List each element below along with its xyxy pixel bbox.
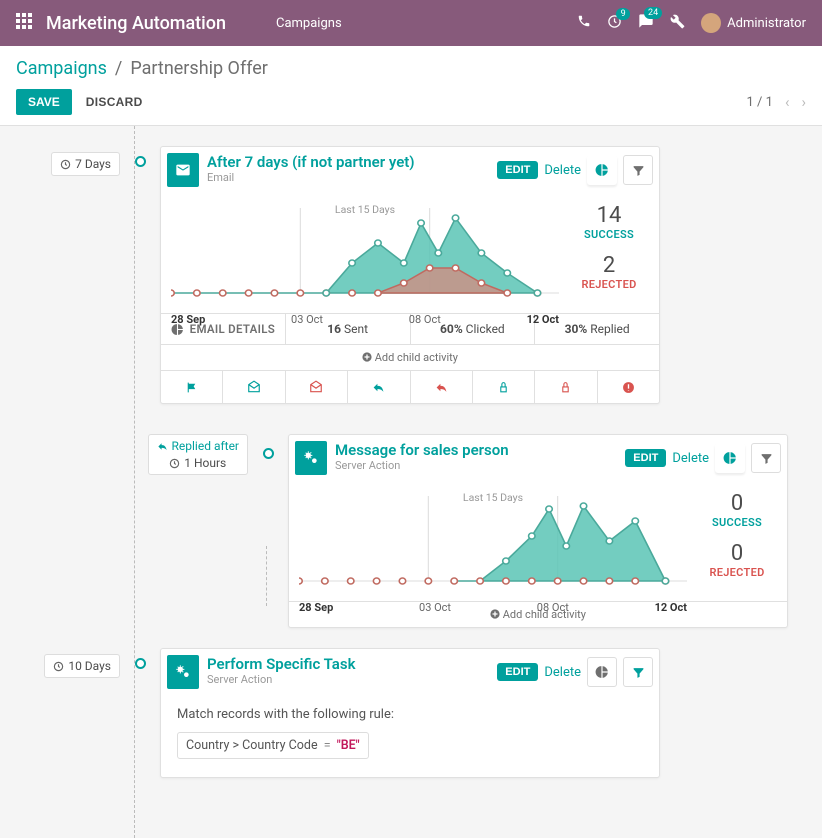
- edit-button-2[interactable]: EDIT: [625, 449, 666, 467]
- activity-card-3: Perform Specific Task Server Action EDIT…: [160, 648, 660, 778]
- activities-timeline: 7 Days After 7 days (if not partner yet)…: [0, 126, 822, 838]
- trig-flag-icon[interactable]: [161, 371, 223, 403]
- success-num-1: 14: [569, 203, 649, 228]
- activity-card-2: Message for sales person Server Action E…: [288, 434, 788, 628]
- filter-intro: Match records with the following rule:: [177, 707, 643, 722]
- gears-icon-3: [167, 655, 199, 689]
- tools-icon[interactable]: [670, 14, 685, 33]
- badge-notif-2: 24: [644, 7, 662, 19]
- avatar: [701, 13, 721, 33]
- node-dot-3: [135, 658, 146, 669]
- chart-label-2: Last 15 Days: [463, 491, 523, 504]
- edit-button-3[interactable]: EDIT: [497, 663, 538, 681]
- breadcrumb-sep: /: [115, 58, 122, 79]
- control-panel: Campaigns / Partnership Offer SAVE DISCA…: [0, 46, 822, 126]
- breadcrumb-root[interactable]: Campaigns: [16, 58, 107, 79]
- axis-mid1-1: 03 Oct: [291, 313, 323, 326]
- node-dot-2: [263, 448, 274, 459]
- trig-mail-open-icon[interactable]: [223, 371, 285, 403]
- axis-mid2-1: 08 Oct: [409, 313, 441, 326]
- pager-prev[interactable]: ‹: [785, 93, 790, 111]
- pager-count: 1 / 1: [747, 95, 773, 110]
- axis-start-1: 28 Sep: [171, 313, 205, 326]
- discard-button[interactable]: DISCARD: [86, 95, 143, 109]
- breadcrumb: Campaigns / Partnership Offer: [16, 58, 806, 79]
- axis-end-1: 12 Oct: [527, 313, 559, 326]
- rejected-num-2: 0: [697, 541, 777, 566]
- user-name: Administrator: [727, 16, 806, 31]
- activity-type-2: Server Action: [335, 459, 625, 472]
- pager: 1 / 1 ‹ ›: [747, 93, 806, 111]
- delay-text-3: 10 Days: [68, 659, 111, 673]
- node-dot-1: [135, 156, 146, 167]
- phone-icon[interactable]: [577, 14, 591, 32]
- chart-view-icon-1[interactable]: [587, 155, 617, 185]
- filter-view-icon-2[interactable]: [751, 443, 781, 473]
- trig-noreply-icon[interactable]: [411, 371, 473, 403]
- trig-bounce-icon[interactable]: [598, 371, 659, 403]
- rejected-lbl-2: REJECTED: [697, 566, 777, 579]
- rejected-lbl-1: REJECTED: [569, 278, 649, 291]
- trig-mail-closed-icon[interactable]: [286, 371, 348, 403]
- pager-next[interactable]: ›: [801, 93, 806, 111]
- rejected-num-1: 2: [569, 253, 649, 278]
- delay-pill-1: 7 Days: [51, 152, 120, 176]
- clock-icon[interactable]: 9: [607, 14, 622, 33]
- nav-campaigns[interactable]: Campaigns: [276, 16, 342, 31]
- activity-title-2[interactable]: Message for sales person: [335, 441, 625, 459]
- trig-noclick-icon[interactable]: [535, 371, 597, 403]
- activity-type-3: Server Action: [207, 673, 497, 686]
- activity-title-3[interactable]: Perform Specific Task: [207, 655, 497, 673]
- delete-button-3[interactable]: Delete: [544, 665, 581, 680]
- success-num-2: 0: [697, 491, 777, 516]
- trigger-row: [161, 370, 659, 403]
- breadcrumb-current: Partnership Offer: [130, 58, 268, 79]
- filter-view-icon-1[interactable]: [623, 155, 653, 185]
- user-menu[interactable]: Administrator: [701, 13, 806, 33]
- success-lbl-2: SUCCESS: [697, 516, 777, 529]
- filter-rule[interactable]: Country > Country Code = "BE": [177, 732, 369, 759]
- activity-title-1[interactable]: After 7 days (if not partner yet): [207, 153, 497, 171]
- axis-start-2: 28 Sep: [299, 601, 333, 614]
- trig-click-icon[interactable]: [473, 371, 535, 403]
- delete-button-2[interactable]: Delete: [672, 451, 709, 466]
- delay-sub-bot: 1 Hours: [184, 456, 226, 470]
- gears-icon: [295, 441, 327, 475]
- chart-label-1: Last 15 Days: [335, 203, 395, 216]
- axis-mid1-2: 03 Oct: [419, 601, 451, 614]
- axis-mid2-2: 08 Oct: [537, 601, 569, 614]
- add-child-1[interactable]: Add child activity: [161, 344, 659, 370]
- delay-pill-3: 10 Days: [44, 654, 120, 678]
- axis-end-2: 12 Oct: [655, 601, 687, 614]
- edit-button-1[interactable]: EDIT: [497, 161, 538, 179]
- app-title[interactable]: Marketing Automation: [46, 13, 226, 34]
- success-lbl-1: SUCCESS: [569, 228, 649, 241]
- save-button[interactable]: SAVE: [16, 89, 72, 115]
- chart-view-icon-3[interactable]: [587, 657, 617, 687]
- delete-button-1[interactable]: Delete: [544, 163, 581, 178]
- activity-card-1: After 7 days (if not partner yet) Email …: [160, 146, 660, 404]
- delay-sub-top: Replied after: [172, 439, 240, 453]
- chat-icon[interactable]: 24: [638, 13, 654, 33]
- activity-chart-1: Last 15 Days: [171, 203, 559, 313]
- email-icon: [167, 153, 199, 187]
- apps-icon[interactable]: [16, 13, 32, 33]
- trig-reply-icon[interactable]: [348, 371, 410, 403]
- badge-notif-1: 9: [616, 8, 630, 20]
- top-bar: Marketing Automation Campaigns 9 24 Admi…: [0, 0, 822, 46]
- delay-text-1: 7 Days: [75, 157, 111, 171]
- chart-view-icon-2[interactable]: [715, 443, 745, 473]
- delay-pill-2: Replied after 1 Hours: [148, 434, 249, 475]
- filter-view-icon-3[interactable]: [623, 657, 653, 687]
- activity-type-1: Email: [207, 171, 497, 184]
- activity-chart-2: Last 15 Days: [299, 491, 687, 601]
